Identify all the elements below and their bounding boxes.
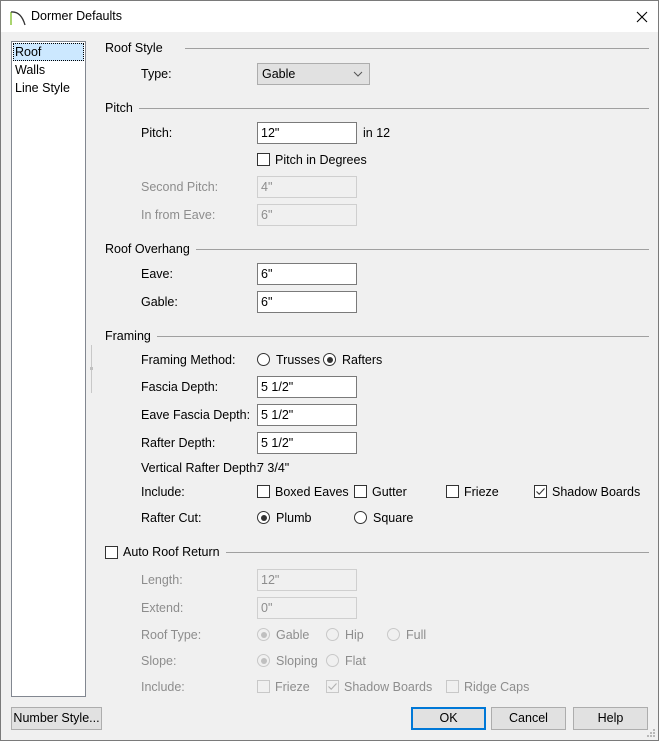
ridge-caps-checkbox[interactable]	[446, 680, 459, 693]
sidebar-item-line-style[interactable]: Line Style	[13, 79, 84, 97]
plumb-radio[interactable]	[257, 511, 270, 524]
pitch-group: Pitch	[105, 101, 649, 117]
framing-include-label: Include:	[141, 485, 185, 499]
ok-button[interactable]: OK	[411, 707, 486, 730]
ridge-caps-label: Ridge Caps	[464, 680, 530, 694]
return-full-radio[interactable]	[387, 628, 400, 641]
sloping-label: Sloping	[276, 654, 318, 668]
in-from-eave-input[interactable]: 6"	[257, 204, 357, 226]
trusses-label: Trusses	[276, 353, 320, 367]
sloping-radio[interactable]	[257, 654, 270, 667]
roof-style-heading: Roof Style	[105, 41, 169, 55]
splitter-grip	[90, 367, 93, 370]
panel-splitter[interactable]	[90, 345, 93, 393]
shadow-boards-label: Shadow Boards	[552, 485, 641, 499]
checkmark-icon	[536, 488, 545, 495]
shadow-boards-checkbox[interactable]	[534, 485, 547, 498]
return-include-label: Include:	[141, 680, 185, 694]
framing-heading: Framing	[105, 329, 157, 343]
return-gable-radio[interactable]	[257, 628, 270, 641]
second-pitch-label: Second Pitch:	[141, 180, 219, 194]
type-label: Type:	[141, 67, 172, 81]
pitch-in-degrees-checkbox[interactable]	[257, 153, 270, 166]
gutter-label: Gutter	[372, 485, 407, 499]
boxed-eaves-checkbox[interactable]	[257, 485, 270, 498]
in-from-eave-label: In from Eave:	[141, 208, 216, 222]
second-pitch-input[interactable]: 4"	[257, 176, 357, 198]
pitch-label: Pitch:	[141, 126, 173, 140]
roof-style-group: Roof Style	[105, 41, 649, 57]
return-frieze-checkbox[interactable]	[257, 680, 270, 693]
eave-label: Eave:	[141, 267, 173, 281]
pitch-input[interactable]: 12"	[257, 122, 357, 144]
return-hip-radio[interactable]	[326, 628, 339, 641]
vertical-rafter-depth-label: Vertical Rafter Depth:	[141, 461, 260, 475]
rafter-depth-label: Rafter Depth:	[141, 436, 216, 450]
rafter-cut-label: Rafter Cut:	[141, 511, 202, 525]
roof-overhang-group: Roof Overhang	[105, 242, 649, 258]
square-label: Square	[373, 511, 414, 525]
length-label: Length:	[141, 573, 183, 587]
return-hip-label: Hip	[345, 628, 364, 642]
eave-fascia-depth-input[interactable]: 5 1/2"	[257, 404, 357, 426]
gutter-checkbox[interactable]	[354, 485, 367, 498]
close-button[interactable]	[626, 1, 658, 32]
framing-group: Framing	[105, 329, 649, 345]
resize-grip-icon[interactable]	[646, 728, 656, 738]
dormer-defaults-dialog: Dormer Defaults Roof Walls Line Style Ro…	[0, 0, 659, 741]
checkmark-icon	[328, 683, 337, 690]
roof-type-value: Gable	[262, 67, 296, 81]
framing-method-label: Framing Method:	[141, 353, 236, 367]
pitch-unit-label: in 12	[363, 126, 391, 140]
frieze-checkbox[interactable]	[446, 485, 459, 498]
number-style-button[interactable]: Number Style...	[11, 707, 102, 730]
sidebar-item-walls[interactable]: Walls	[13, 61, 84, 79]
dormer-arc-icon	[10, 11, 26, 26]
vertical-rafter-depth-value: 7 3/4"	[257, 461, 290, 475]
roof-type-select[interactable]: Gable	[257, 63, 370, 85]
return-gable-label: Gable	[276, 628, 310, 642]
window-title: Dormer Defaults	[31, 9, 122, 23]
roof-overhang-heading: Roof Overhang	[105, 242, 196, 256]
return-frieze-label: Frieze	[275, 680, 310, 694]
title-bar: Dormer Defaults	[1, 1, 658, 32]
extend-label: Extend:	[141, 601, 184, 615]
flat-label: Flat	[345, 654, 366, 668]
return-roof-type-label: Roof Type:	[141, 628, 202, 642]
auto-roof-return-checkbox[interactable]	[105, 546, 118, 559]
pitch-in-degrees-label: Pitch in Degrees	[275, 153, 367, 167]
slope-label: Slope:	[141, 654, 177, 668]
plumb-label: Plumb	[276, 511, 312, 525]
chevron-down-icon	[353, 71, 363, 77]
rafters-label: Rafters	[342, 353, 383, 367]
category-list[interactable]: Roof Walls Line Style	[11, 41, 86, 697]
square-radio[interactable]	[354, 511, 367, 524]
eave-fascia-depth-label: Eave Fascia Depth:	[141, 408, 251, 422]
gable-label: Gable:	[141, 295, 178, 309]
return-extend-input[interactable]: 0"	[257, 597, 357, 619]
fascia-depth-input[interactable]: 5 1/2"	[257, 376, 357, 398]
return-length-input[interactable]: 12"	[257, 569, 357, 591]
pitch-heading: Pitch	[105, 101, 139, 115]
rafters-radio[interactable]	[323, 353, 336, 366]
flat-radio[interactable]	[326, 654, 339, 667]
close-icon	[636, 11, 648, 22]
return-shadow-boards-label: Shadow Boards	[344, 680, 433, 694]
boxed-eaves-label: Boxed Eaves	[275, 485, 349, 499]
gable-overhang-input[interactable]: 6"	[257, 291, 357, 313]
eave-overhang-input[interactable]: 6"	[257, 263, 357, 285]
trusses-radio[interactable]	[257, 353, 270, 366]
return-full-label: Full	[406, 628, 427, 642]
sidebar-item-roof[interactable]: Roof	[13, 43, 84, 61]
auto-roof-return-group: Auto Roof Return	[105, 545, 649, 561]
rafter-depth-input[interactable]: 5 1/2"	[257, 432, 357, 454]
cancel-button[interactable]: Cancel	[491, 707, 566, 730]
help-button[interactable]: Help	[573, 707, 648, 730]
frieze-label: Frieze	[464, 485, 499, 499]
auto-roof-return-heading: Auto Roof Return	[123, 545, 226, 559]
return-shadow-boards-checkbox[interactable]	[326, 680, 339, 693]
fascia-depth-label: Fascia Depth:	[141, 380, 219, 394]
